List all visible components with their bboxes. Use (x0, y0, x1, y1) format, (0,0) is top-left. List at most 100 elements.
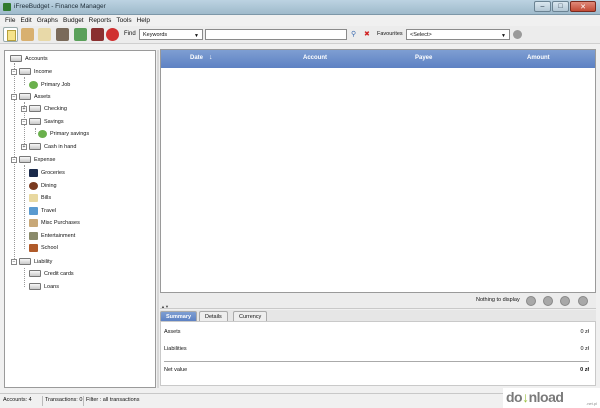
next-page-button[interactable] (560, 296, 570, 306)
window-title: iFreeBudget - Finance Manager (14, 3, 106, 10)
search-input[interactable] (205, 29, 347, 40)
favourites-value: <Select> (410, 32, 432, 38)
splitter-handle[interactable] (157, 50, 159, 388)
collapse-arrows-icon[interactable]: ▲▼ (161, 304, 169, 309)
collapse-icon[interactable]: − (11, 157, 17, 163)
column-amount[interactable]: Amount (527, 55, 550, 61)
summary-panel: Assets 0 zł Liabilities 0 zł Net value 0… (160, 321, 596, 386)
table-header: Date ↓ Account Payee Amount (161, 50, 595, 68)
pen-icon (29, 193, 38, 202)
tree-node-entertainment[interactable]: Entertainment (29, 231, 75, 240)
close-icon: ✕ (580, 3, 586, 11)
tree-node-cash-in-hand[interactable]: Cash in hand (29, 142, 76, 151)
search-icon[interactable]: ⚲ (351, 30, 356, 38)
tree-node-assets[interactable]: Assets (19, 92, 51, 101)
tree-node-income[interactable]: Income (19, 67, 52, 76)
expand-icon[interactable]: + (21, 106, 27, 112)
maximize-icon: □ (558, 3, 563, 10)
collapse-icon[interactable]: − (11, 69, 17, 75)
chevron-down-icon: ▼ (194, 33, 199, 39)
menu-help[interactable]: Help (137, 17, 150, 24)
tree-node-groceries[interactable]: Groceries (29, 168, 65, 177)
tools-icon[interactable] (21, 28, 34, 41)
shopping-basket-icon (29, 168, 38, 177)
collapse-icon[interactable]: − (11, 259, 17, 265)
menu-bar: File Edit Graphs Budget Reports Tools He… (0, 15, 600, 25)
box-icon (29, 218, 38, 227)
assets-label: Assets (164, 329, 181, 335)
toolbar: Find Keywords ▼ ⚲ ✖ Favourites <Select> … (0, 26, 600, 44)
money-icon (29, 80, 38, 89)
tree-node-liability[interactable]: Liability (19, 257, 52, 266)
divider (42, 396, 43, 406)
watermark-text: do (506, 389, 523, 405)
tree-label: Travel (41, 207, 57, 214)
tree-node-primary-job[interactable]: Primary Job (29, 80, 70, 89)
add-transaction-icon[interactable] (74, 28, 87, 41)
tree-node-dining[interactable]: Dining (29, 181, 57, 190)
help-icon[interactable] (106, 28, 119, 41)
status-filter: Filter : all transactions (86, 397, 140, 403)
tree-node-accounts[interactable]: Accounts (10, 54, 48, 63)
title-bar: iFreeBudget - Finance Manager – □ ✕ (0, 0, 600, 15)
tree-node-primary-savings[interactable]: Primary savings (38, 129, 89, 138)
tab-currency[interactable]: Currency (233, 311, 268, 321)
watermark-domain: .net.pl (586, 401, 597, 406)
column-account[interactable]: Account (303, 55, 327, 61)
last-page-button[interactable] (578, 296, 588, 306)
new-file-icon[interactable] (3, 27, 18, 42)
folder-icon (19, 258, 31, 265)
tree-node-credit-cards[interactable]: Credit cards (29, 269, 74, 278)
maximize-button[interactable]: □ (552, 1, 569, 12)
tree-label: Credit cards (44, 270, 74, 277)
clear-search-icon[interactable]: ✖ (364, 30, 370, 38)
exit-icon[interactable] (91, 28, 104, 41)
tree-node-loans[interactable]: Loans (29, 282, 59, 291)
favourites-select[interactable]: <Select> ▼ (406, 29, 510, 40)
menu-graphs[interactable]: Graphs (37, 17, 58, 24)
menu-budget[interactable]: Budget (63, 17, 84, 24)
collapse-icon[interactable]: − (11, 94, 17, 100)
column-date[interactable]: Date (190, 55, 203, 61)
minimize-button[interactable]: – (534, 1, 551, 12)
tree-node-travel[interactable]: Travel (29, 206, 56, 215)
folder-icon (29, 270, 41, 277)
tree-node-misc-purchases[interactable]: Misc Purchases (29, 218, 80, 227)
status-transactions: Transactions: 0 (45, 397, 83, 403)
expand-icon[interactable]: + (21, 144, 27, 150)
column-payee[interactable]: Payee (415, 55, 432, 61)
watermark-text-2: nload (528, 389, 564, 405)
edit-icon[interactable] (38, 28, 51, 41)
find-field-select[interactable]: Keywords ▼ (139, 29, 203, 40)
tree-node-expense[interactable]: Expense (19, 155, 55, 164)
assets-value: 0 zł (580, 329, 589, 335)
table-pager: Nothing to display (160, 293, 596, 309)
liabilities-label: Liabilities (164, 346, 187, 352)
menu-reports[interactable]: Reports (89, 17, 112, 24)
menu-edit[interactable]: Edit (20, 17, 31, 24)
tree-label: Groceries (41, 169, 65, 176)
menu-file[interactable]: File (5, 17, 15, 24)
tree-node-school[interactable]: School (29, 243, 58, 252)
folder-icon (29, 283, 41, 290)
tree-node-savings[interactable]: Savings (29, 117, 64, 126)
folder-icon (19, 93, 31, 100)
collapse-icon[interactable]: − (21, 119, 27, 125)
favourites-go-button[interactable] (513, 30, 522, 39)
tab-summary[interactable]: Summary (160, 311, 198, 321)
tree-node-bills[interactable]: Bills (29, 193, 51, 202)
prev-page-button[interactable] (543, 296, 553, 306)
tree-label: Bills (41, 194, 52, 201)
menu-tools[interactable]: Tools (116, 17, 131, 24)
tree-node-checking[interactable]: Checking (29, 104, 67, 113)
app-icon (3, 3, 11, 11)
tab-details[interactable]: Details (199, 311, 228, 321)
close-button[interactable]: ✕ (570, 1, 596, 12)
budget-icon[interactable] (56, 28, 69, 41)
money-icon (38, 129, 47, 138)
tree-label: Assets (34, 93, 51, 100)
airplane-icon (29, 206, 38, 215)
first-page-button[interactable] (526, 296, 536, 306)
folder-icon (10, 55, 22, 62)
folder-icon (29, 143, 41, 150)
